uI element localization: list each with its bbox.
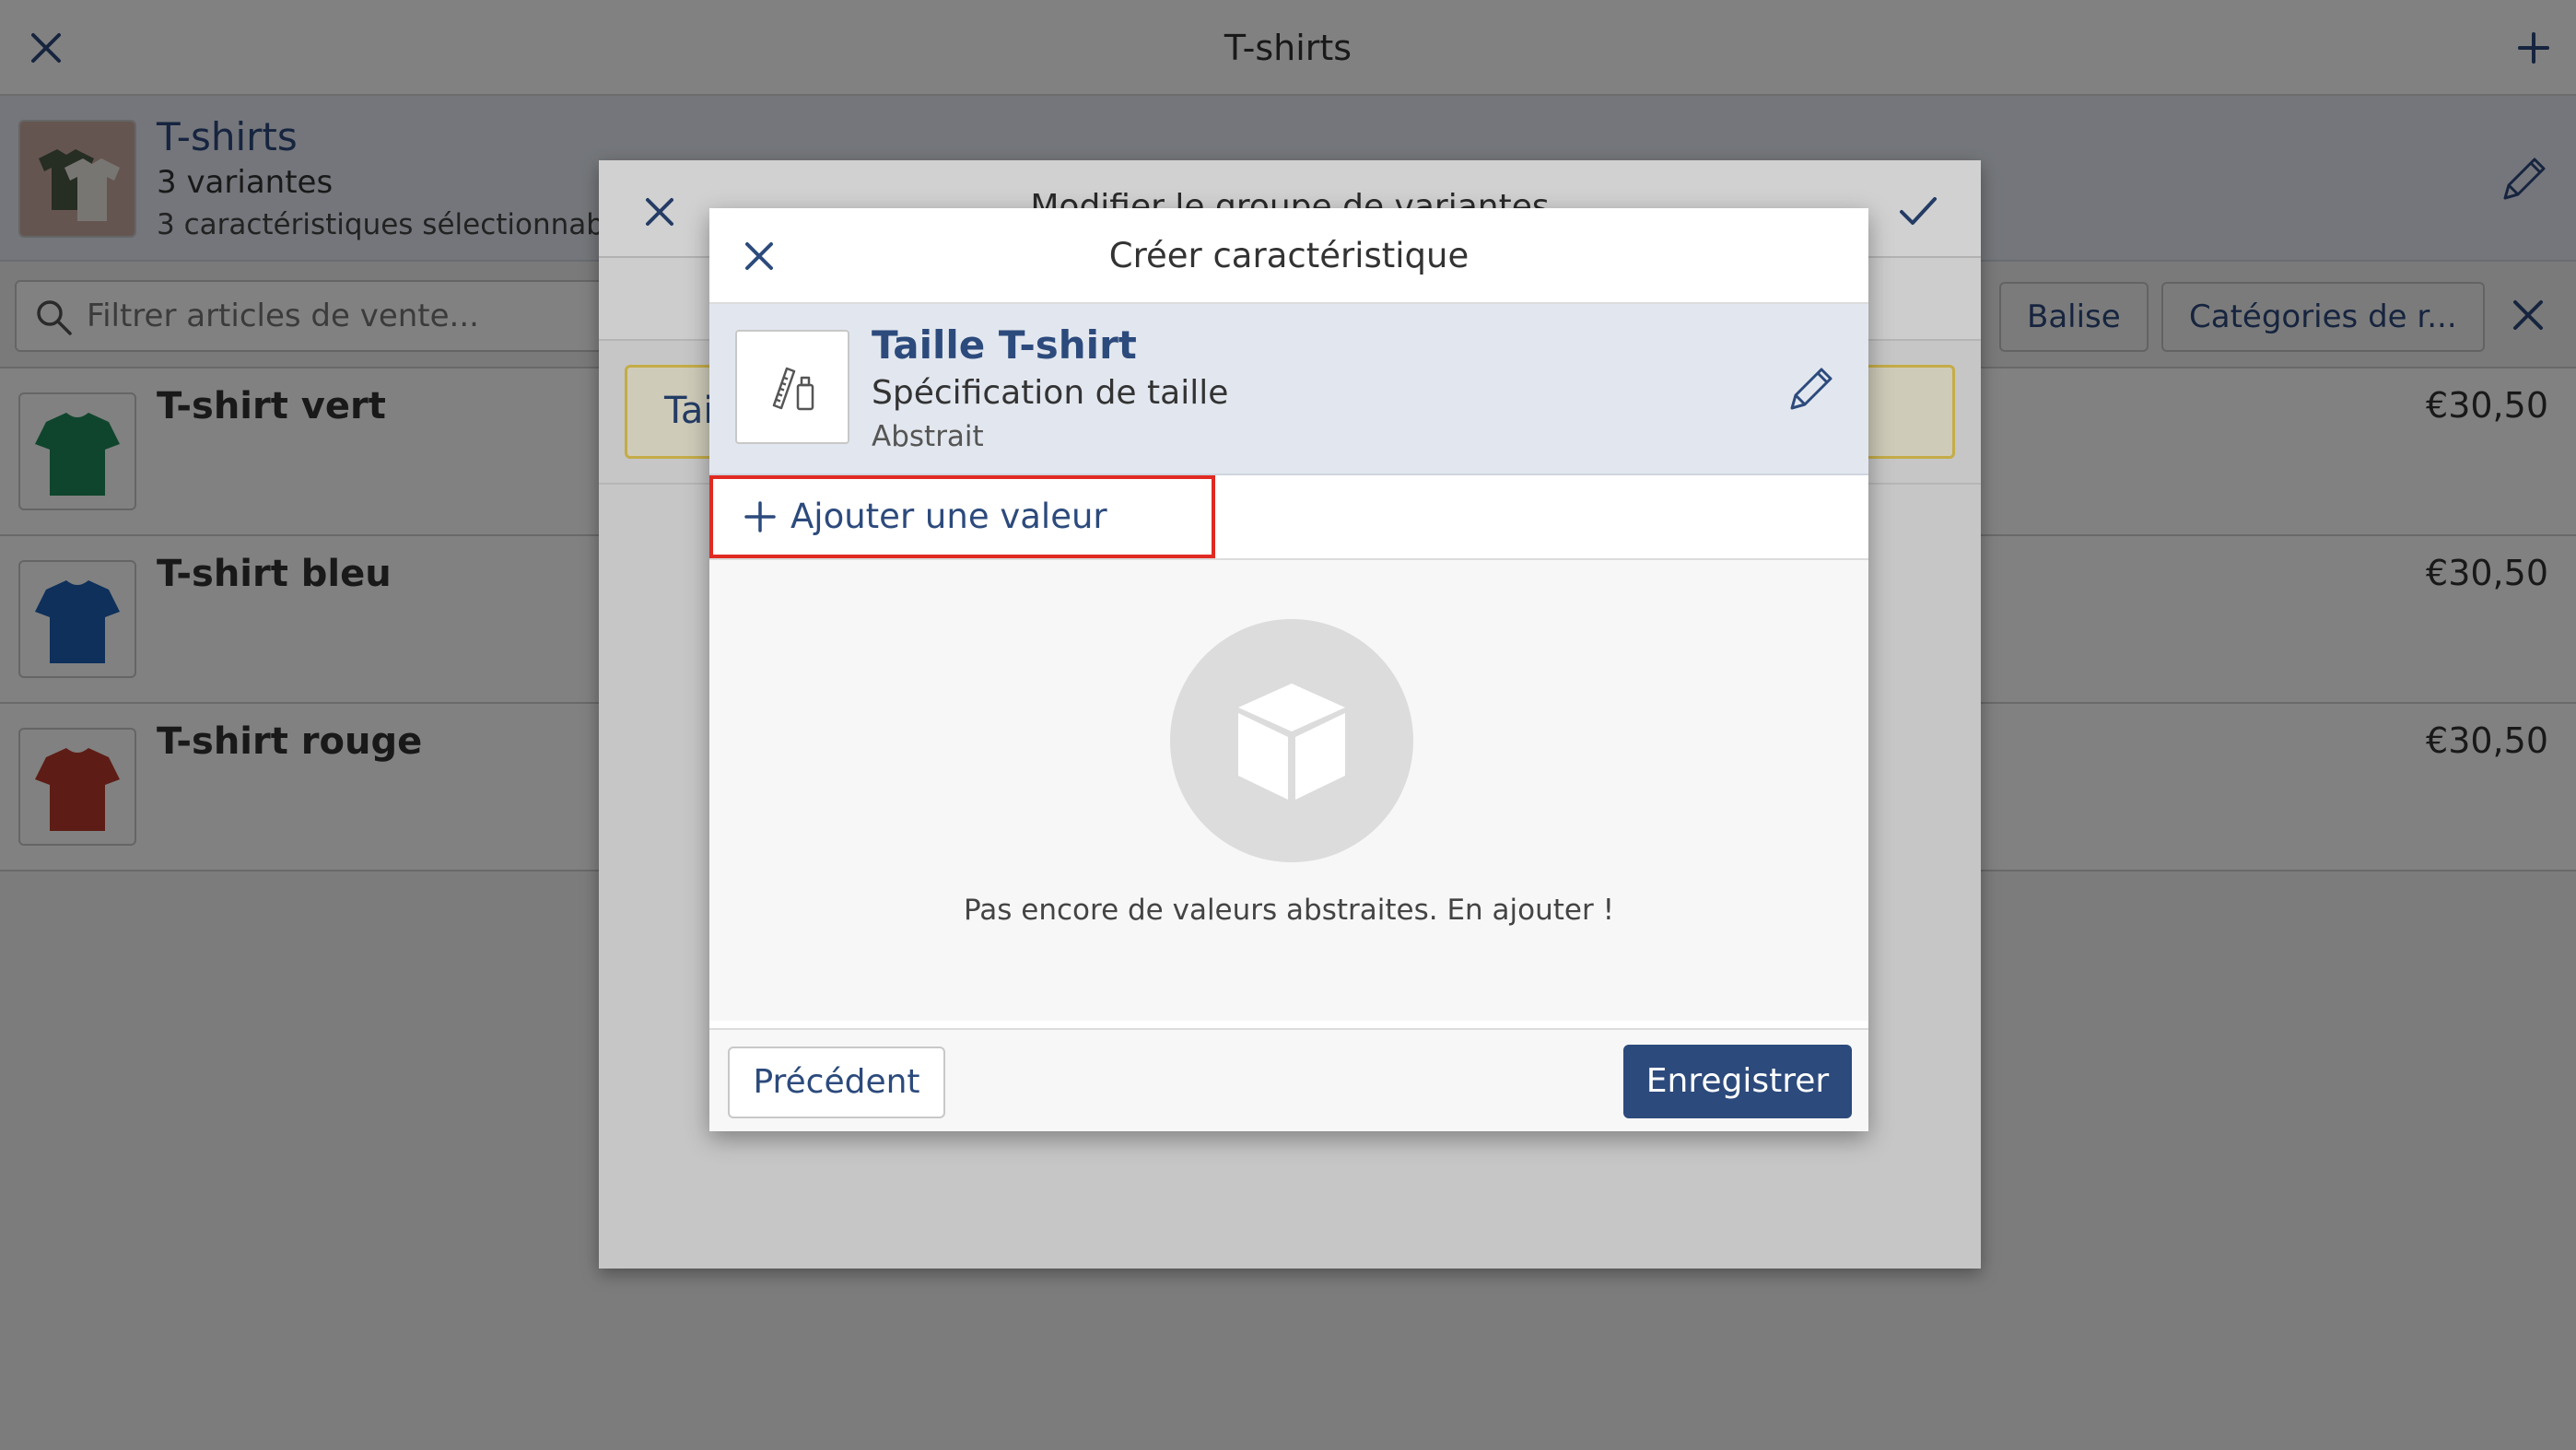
characteristic-summary[interactable]: Taille T-shirt Spécification de taille A… [709,304,1868,475]
characteristic-title: Taille T-shirt [872,322,1137,368]
characteristic-subtitle: Spécification de taille [872,374,1229,412]
add-value-row: Ajouter une valeur abstraite [709,475,1868,612]
save-button[interactable]: Enregistrer [1623,1045,1852,1118]
edit-characteristic-button[interactable] [1778,357,1843,422]
empty-state: Pas encore de valeurs abstraites. En ajo… [709,560,1868,1021]
plus-icon [744,501,776,532]
dialog-footer: Précédent Enregistrer [709,1028,1868,1131]
characteristic-icon-box [735,330,849,444]
empty-state-circle [1170,619,1413,862]
ruler-bottle-icon [772,367,814,411]
dialog-title: Créer caractéristique [1108,236,1469,275]
add-abstract-value-button[interactable]: Ajouter une valeur abstraite [709,475,1215,612]
pencil-icon [1790,368,1832,410]
previous-button[interactable]: Précédent [728,1047,945,1118]
characteristic-type: Abstrait [872,420,984,453]
empty-state-message: Pas encore de valeurs abstraites. En ajo… [963,894,1615,927]
create-characteristic-dialog: Créer caractéristique Taille T-shirt Spé… [709,208,1868,1131]
dialog-header: Créer caractéristique [709,208,1868,304]
box-icon [1238,684,1345,800]
